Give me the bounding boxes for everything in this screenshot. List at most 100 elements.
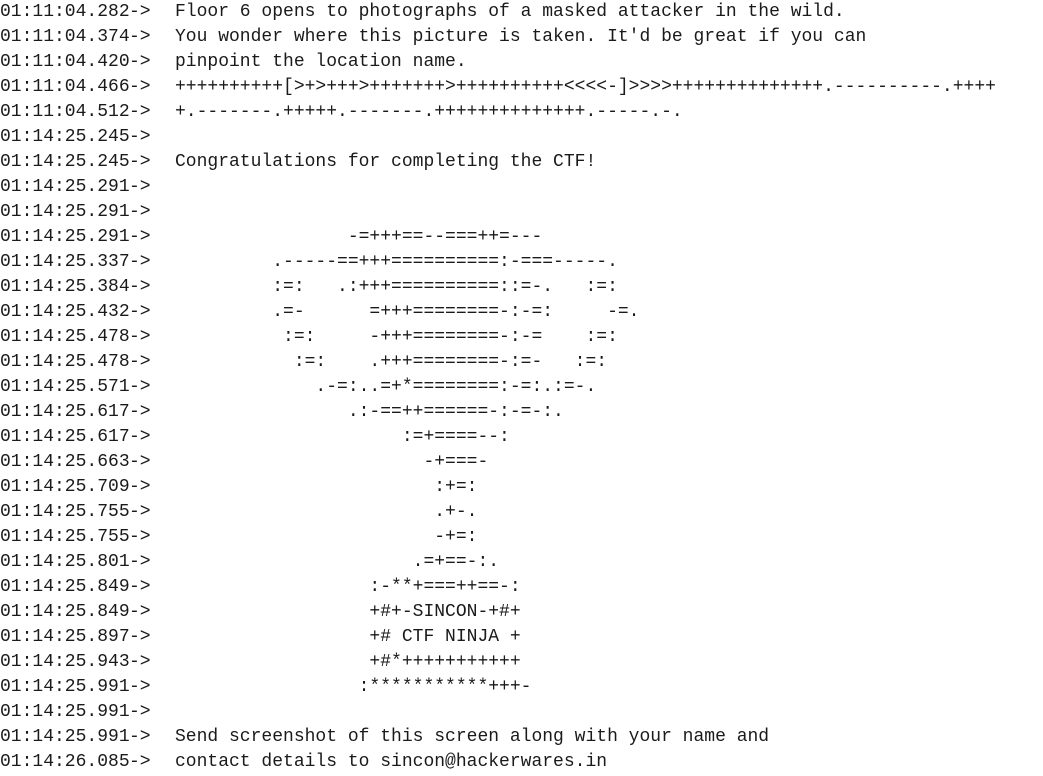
log-timestamp: 01:11:04.512 <box>0 102 130 122</box>
log-timestamp: 01:14:25.617 <box>0 402 130 422</box>
log-timestamp: 01:14:25.432 <box>0 302 130 322</box>
log-timestamp: 01:14:25.943 <box>0 652 130 672</box>
log-message: +# CTF NINJA + <box>175 627 521 647</box>
log-message: +#+-SINCON-+#+ <box>175 602 521 622</box>
log-arrow: -> <box>129 252 151 272</box>
log-timestamp: 01:11:04.466 <box>0 77 130 97</box>
log-message: .+-. <box>175 502 478 522</box>
log-line: 01:11:04.512-> +.-------.+++++.-------.++… <box>0 100 683 125</box>
log-line: 01:14:25.991-> <box>0 700 175 725</box>
log-arrow: -> <box>129 527 151 547</box>
log-message: contact details to sincon@hackerwares.in <box>175 752 608 772</box>
log-arrow: -> <box>129 352 151 372</box>
log-message: -=+++==--===++=--- <box>175 227 543 247</box>
log-arrow: -> <box>129 127 151 147</box>
log-message: .=- =+++========-:-=: -=. <box>175 302 640 322</box>
log-arrow: -> <box>129 277 151 297</box>
log-arrow: -> <box>129 652 151 672</box>
log-timestamp: 01:14:25.291 <box>0 177 130 197</box>
log-message: -+===- <box>175 452 489 472</box>
ascii-art-line: 01:14:25.943-> +#*+++++++++++ <box>0 650 521 675</box>
log-message: :-**+===++==-: <box>175 577 521 597</box>
ascii-art-line: 01:14:25.571-> .-=:..=+*========:-=:.:=-… <box>0 375 596 400</box>
log-message: .:-==++======-:-=-:. <box>175 402 564 422</box>
log-message: Floor 6 opens to photographs of a masked… <box>175 2 845 22</box>
log-timestamp: 01:14:25.801 <box>0 552 130 572</box>
log-line: 01:14:25.291-> <box>0 200 175 225</box>
ascii-art-line: 01:14:25.617-> :=+====--: <box>0 425 510 450</box>
log-timestamp: 01:14:25.245 <box>0 127 130 147</box>
log-arrow: -> <box>129 602 151 622</box>
log-line: 01:11:04.466-> ++++++++++[>+>+++>+++++++>… <box>0 75 996 100</box>
log-arrow: -> <box>129 77 151 97</box>
log-arrow: -> <box>129 577 151 597</box>
log-message: :=+====--: <box>175 427 510 447</box>
log-message: Congratulations for completing the CTF! <box>175 152 597 172</box>
log-timestamp: 01:14:25.849 <box>0 602 130 622</box>
log-message: You wonder where this picture is taken. … <box>175 27 867 47</box>
log-timestamp: 01:14:25.755 <box>0 527 130 547</box>
ascii-art-line: 01:14:25.849-> +#+-SINCON-+#+ <box>0 600 521 625</box>
log-timestamp: 01:14:25.849 <box>0 577 130 597</box>
ascii-art-line: 01:14:25.291-> -=+++==--===++=--- <box>0 225 542 250</box>
log-arrow: -> <box>129 752 151 772</box>
log-arrow: -> <box>129 502 151 522</box>
ascii-art-line: 01:14:25.337-> .-----==+++==========:-==… <box>0 250 618 275</box>
log-timestamp: 01:14:25.709 <box>0 477 130 497</box>
log-arrow: -> <box>129 2 151 22</box>
log-message: .-----==+++==========:-===-----. <box>175 252 618 272</box>
terminal-log: 01:11:04.282-> Floor 6 opens to photograp… <box>0 0 1043 776</box>
log-timestamp: 01:14:25.617 <box>0 427 130 447</box>
log-message: :=: .+++========-:=- :=: <box>175 352 608 372</box>
log-arrow: -> <box>129 327 151 347</box>
log-line: 01:14:25.245-> <box>0 125 175 150</box>
log-arrow: -> <box>129 377 151 397</box>
log-arrow: -> <box>129 477 151 497</box>
log-message: ++++++++++[>+>+++>+++++++>++++++++++<<<<… <box>175 77 996 97</box>
log-arrow: -> <box>129 152 151 172</box>
ascii-art-line: 01:14:25.755-> .+-. <box>0 500 477 525</box>
log-arrow: -> <box>129 402 151 422</box>
log-arrow: -> <box>129 177 151 197</box>
log-timestamp: 01:14:25.991 <box>0 677 130 697</box>
ascii-art-line: 01:14:25.478-> :=: -+++========-:-= :=: <box>0 325 618 350</box>
ascii-art-line: 01:14:25.617-> .:-==++======-:-=-:. <box>0 400 564 425</box>
log-arrow: -> <box>129 627 151 647</box>
log-timestamp: 01:14:25.755 <box>0 502 130 522</box>
log-line: 01:14:25.291-> <box>0 175 175 200</box>
log-arrow: -> <box>129 302 151 322</box>
log-line: 01:14:25.245-> Congratulations for comple… <box>0 150 596 175</box>
log-line: 01:11:04.420-> pinpoint the location name… <box>0 50 467 75</box>
log-timestamp: 01:14:25.571 <box>0 377 130 397</box>
log-timestamp: 01:14:25.897 <box>0 627 130 647</box>
log-timestamp: 01:14:25.245 <box>0 152 130 172</box>
log-arrow: -> <box>129 452 151 472</box>
ascii-art-line: 01:14:25.897-> +# CTF NINJA + <box>0 625 521 650</box>
log-timestamp: 01:14:25.291 <box>0 202 130 222</box>
ascii-art-line: 01:14:25.849-> :-**+===++==-: <box>0 575 521 600</box>
log-arrow: -> <box>129 227 151 247</box>
log-message: Send screenshot of this screen along wit… <box>175 727 770 747</box>
ascii-art-line: 01:14:25.755-> -+=: <box>0 525 477 550</box>
log-timestamp: 01:14:25.991 <box>0 702 130 722</box>
log-line: 01:11:04.374-> You wonder where this pict… <box>0 25 866 50</box>
log-message: :=: -+++========-:-= :=: <box>175 327 618 347</box>
log-timestamp: 01:14:25.663 <box>0 452 130 472</box>
log-arrow: -> <box>129 27 151 47</box>
log-message: :+=: <box>175 477 478 497</box>
log-timestamp: 01:11:04.374 <box>0 27 130 47</box>
ascii-art-line: 01:14:25.663-> -+===- <box>0 450 488 475</box>
log-timestamp: 01:14:25.991 <box>0 727 130 747</box>
log-arrow: -> <box>129 552 151 572</box>
log-message: :***********+++- <box>175 677 532 697</box>
ascii-art-line: 01:14:25.801-> .=+==-:. <box>0 550 499 575</box>
log-timestamp: 01:14:25.291 <box>0 227 130 247</box>
log-arrow: -> <box>129 702 151 722</box>
log-timestamp: 01:14:26.085 <box>0 752 130 772</box>
log-timestamp: 01:14:25.478 <box>0 352 130 372</box>
log-message: .-=:..=+*========:-=:.:=-. <box>175 377 597 397</box>
log-timestamp: 01:14:25.478 <box>0 327 130 347</box>
log-line: 01:14:26.085-> contact details to sincon@… <box>0 750 607 775</box>
ascii-art-line: 01:14:25.478-> :=: .+++========-:=- :=: <box>0 350 607 375</box>
log-arrow: -> <box>129 727 151 747</box>
